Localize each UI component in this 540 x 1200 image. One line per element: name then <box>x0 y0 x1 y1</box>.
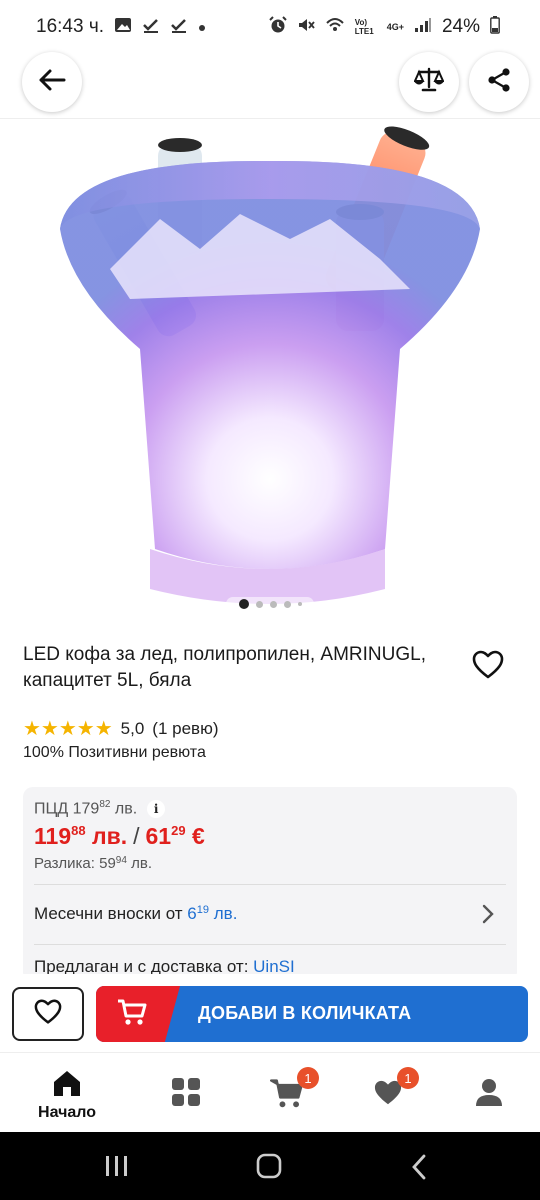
nav-home[interactable]: Начало <box>17 1053 117 1133</box>
network-gen: 4G+ <box>386 22 404 32</box>
pcd-currency: лв. <box>114 800 138 818</box>
nav-account[interactable] <box>439 1053 539 1133</box>
current-price: 11988 лв./6129 € <box>34 823 205 850</box>
monthly-installments-link[interactable]: Месечни вноски от 619 лв. <box>34 904 237 924</box>
check-notification-icon <box>170 17 188 38</box>
info-icon[interactable]: i <box>147 799 166 818</box>
gallery-dot[interactable] <box>297 602 302 606</box>
pcd-main: 179 <box>72 800 100 818</box>
diff-label: Разлика: <box>34 855 95 872</box>
gallery-notification-icon <box>114 17 132 38</box>
battery-icon <box>490 15 500 39</box>
add-to-favorites-button[interactable] <box>472 650 504 682</box>
divider <box>34 944 506 945</box>
signal-icon <box>414 17 432 38</box>
monthly-cents: 19 <box>196 904 210 916</box>
heart-outline-icon <box>34 999 62 1030</box>
cart-badge: 1 <box>297 1067 319 1089</box>
share-button[interactable] <box>469 52 529 112</box>
gallery-pagination <box>226 597 314 611</box>
divider <box>34 884 506 885</box>
share-icon <box>486 67 512 98</box>
price-separator: / <box>133 823 140 849</box>
monthly-main: 6 <box>187 904 197 923</box>
heart-outline-icon <box>472 650 504 684</box>
cart-icon <box>117 998 147 1031</box>
monthly-label: Месечни вноски от <box>34 904 183 923</box>
positive-reviews: 100% Позитивни ревюта <box>23 744 206 761</box>
gallery-dot-active[interactable] <box>238 599 249 609</box>
status-time: 16:43 ч. <box>36 16 105 37</box>
bottom-navigation: Начало 1 1 <box>0 1052 540 1132</box>
eur-currency: € <box>191 823 205 849</box>
check-notification-icon <box>142 17 160 38</box>
home-icon <box>51 1069 83 1102</box>
nav-categories[interactable] <box>136 1053 236 1133</box>
eur-cents: 29 <box>171 823 186 838</box>
alarm-icon <box>268 15 287 39</box>
add-to-cart-button[interactable]: ДОБАВИ В КОЛИЧКАТА <box>96 986 528 1042</box>
battery-percent: 24% <box>441 16 480 37</box>
gallery-dot[interactable] <box>255 600 263 608</box>
price-difference: Разлика: 5994 лв. <box>34 855 152 872</box>
categories-grid-icon <box>171 1077 201 1112</box>
add-to-cart-label: ДОБАВИ В КОЛИЧКАТА <box>198 1003 412 1023</box>
network-label: Vo) LTE1 <box>354 18 374 36</box>
diff-cents: 94 <box>115 855 127 866</box>
price-card: ПЦД 17982 лв. i 11988 лв./6129 € Разлика… <box>23 787 517 982</box>
nav-cart[interactable]: 1 <box>237 1053 337 1133</box>
diff-currency: лв. <box>131 855 152 872</box>
gallery-dot[interactable] <box>269 600 277 608</box>
back-button[interactable] <box>22 52 82 112</box>
favorite-button[interactable] <box>12 987 84 1041</box>
favorites-badge: 1 <box>397 1067 419 1089</box>
product-image-gallery[interactable] <box>0 118 540 626</box>
arrow-left-icon <box>37 68 67 97</box>
status-left: 16:43 ч. <box>36 16 206 38</box>
product-image <box>60 126 480 604</box>
cart-icon-area <box>96 986 180 1042</box>
action-bar: ДОБАВИ В КОЛИЧКАТА <box>0 974 540 1052</box>
wifi-calling-icon <box>325 16 345 39</box>
back-system-icon[interactable] <box>410 1154 428 1185</box>
rating-value: 5,0 <box>120 718 145 738</box>
pcd-label: ПЦД <box>34 800 69 818</box>
mute-icon <box>297 16 315 39</box>
monthly-currency: лв. <box>213 904 238 923</box>
status-bar: 16:43 ч. Vo) LTE1 4G+ 24% <box>0 0 540 54</box>
system-navigation-bar <box>0 1132 540 1200</box>
nav-home-label: Начало <box>38 1104 96 1121</box>
product-title: LED кофа за лед, полипропилен, AMRINUGL,… <box>23 644 426 691</box>
nav-favorites[interactable]: 1 <box>338 1053 438 1133</box>
status-right: Vo) LTE1 4G+ 24% <box>268 15 500 39</box>
top-bar <box>0 52 540 114</box>
chevron-right-icon[interactable] <box>481 904 495 930</box>
compare-button[interactable] <box>399 52 459 112</box>
user-icon <box>474 1077 504 1112</box>
price-currency: лв. <box>91 823 128 849</box>
more-notifications-icon <box>198 17 206 37</box>
price-main: 119 <box>34 823 72 849</box>
diff-main: 59 <box>99 855 116 872</box>
pcd-cents: 82 <box>99 799 111 810</box>
scales-icon <box>413 67 445 98</box>
home-system-icon[interactable] <box>256 1153 282 1184</box>
price-cents: 88 <box>71 823 86 838</box>
eur-main: 61 <box>145 823 172 849</box>
recent-apps-icon[interactable] <box>104 1154 130 1183</box>
pcd-price: ПЦД 17982 лв. i <box>34 799 166 818</box>
star-rating-icon: ★★★★★ <box>23 718 113 740</box>
gallery-dot[interactable] <box>283 600 291 608</box>
review-count: (1 ревю) <box>152 718 219 738</box>
rating-row[interactable]: ★★★★★ 5,0 (1 ревю) <box>23 716 219 741</box>
